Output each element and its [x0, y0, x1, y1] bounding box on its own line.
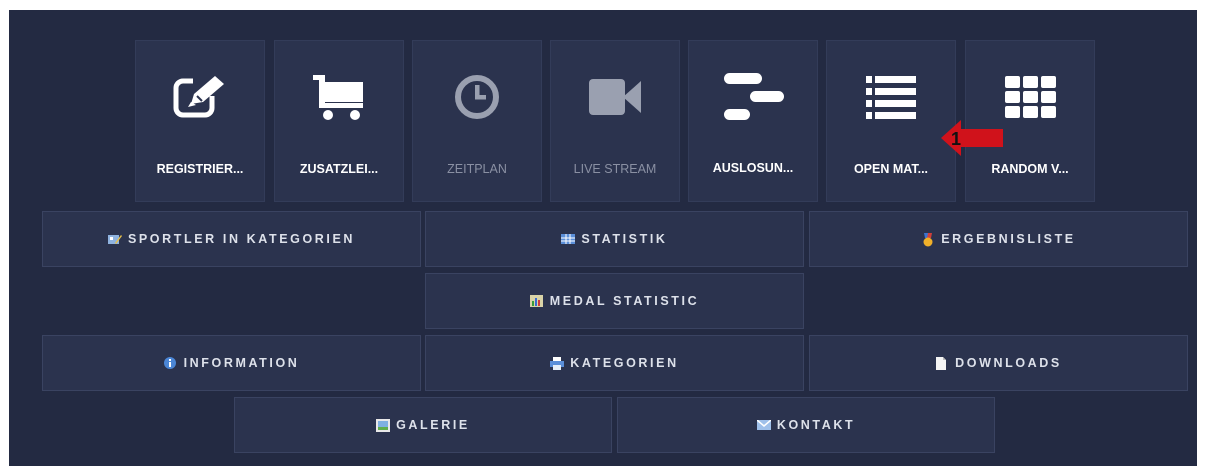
medal-statistic-button[interactable]: MEDAL STATISTIC: [425, 273, 804, 329]
tile-registrierung[interactable]: REGISTRIER...: [135, 40, 265, 202]
menu-panel: REGISTRIER... ZUSATZLEI... ZEITPLAN LIVE…: [9, 10, 1197, 466]
information-button[interactable]: INFORMATION: [42, 335, 421, 391]
printer-icon: [550, 357, 565, 370]
edit-users-icon: [107, 233, 122, 245]
tile-label: REGISTRIER...: [156, 162, 244, 176]
bar-label: KONTAKT: [776, 418, 856, 432]
bar-label: DOWNLOADS: [955, 356, 1062, 370]
bar-label: GALERIE: [396, 418, 470, 432]
downloads-button[interactable]: DOWNLOADS: [809, 335, 1188, 391]
clock-icon: [413, 71, 541, 123]
kontakt-button[interactable]: KONTAKT: [617, 397, 995, 453]
tile-label: RANDOM V...: [991, 162, 1069, 176]
tile-label: ZUSATZLEI...: [299, 162, 379, 176]
grid-icon: [966, 71, 1094, 123]
bar-label: MEDAL STATISTIC: [549, 294, 700, 308]
galerie-button[interactable]: GALERIE: [234, 397, 612, 453]
video-camera-icon: [551, 71, 679, 123]
mail-icon: [756, 419, 772, 431]
tile-zusatzleistungen[interactable]: ZUSATZLEI...: [274, 40, 404, 202]
annotation-arrow: 1: [941, 120, 1007, 156]
bar-label: KATEGORIEN: [570, 356, 679, 370]
cart-icon: [275, 71, 403, 123]
list-icon: [827, 71, 955, 123]
medal-icon: [921, 233, 935, 247]
info-icon: [163, 357, 178, 369]
tile-label: AUSLOSUN...: [712, 161, 794, 175]
ergebnisliste-button[interactable]: ERGEBNISLISTE: [809, 211, 1188, 267]
bar-label: INFORMATION: [183, 356, 300, 370]
sportler-in-kategorien-button[interactable]: SPORTLER IN KATEGORIEN: [42, 211, 421, 267]
tile-label: LIVE STREAM: [573, 162, 657, 176]
bar-label: ERGEBNISLISTE: [941, 232, 1076, 246]
tile-label: ZEITPLAN: [447, 162, 507, 176]
edit-icon: [136, 71, 264, 123]
statistik-button[interactable]: STATISTIK: [425, 211, 804, 267]
annotation-number: 1: [951, 129, 961, 149]
tile-auslosung[interactable]: AUSLOSUN...: [688, 40, 818, 202]
tile-zeitplan[interactable]: ZEITPLAN: [412, 40, 542, 202]
table-icon: [561, 233, 576, 245]
tile-open-mat[interactable]: OPEN MAT...: [826, 40, 956, 202]
tile-live-stream[interactable]: LIVE STREAM: [550, 40, 680, 202]
bar-label: SPORTLER IN KATEGORIEN: [127, 232, 356, 246]
document-icon: [935, 357, 949, 370]
bar-label: STATISTIK: [581, 232, 668, 246]
kategorien-button[interactable]: KATEGORIEN: [425, 335, 804, 391]
bar-chart-icon: [529, 295, 544, 307]
image-icon: [376, 419, 391, 432]
bracket-icon: [689, 71, 817, 123]
tile-label: OPEN MAT...: [853, 162, 929, 176]
